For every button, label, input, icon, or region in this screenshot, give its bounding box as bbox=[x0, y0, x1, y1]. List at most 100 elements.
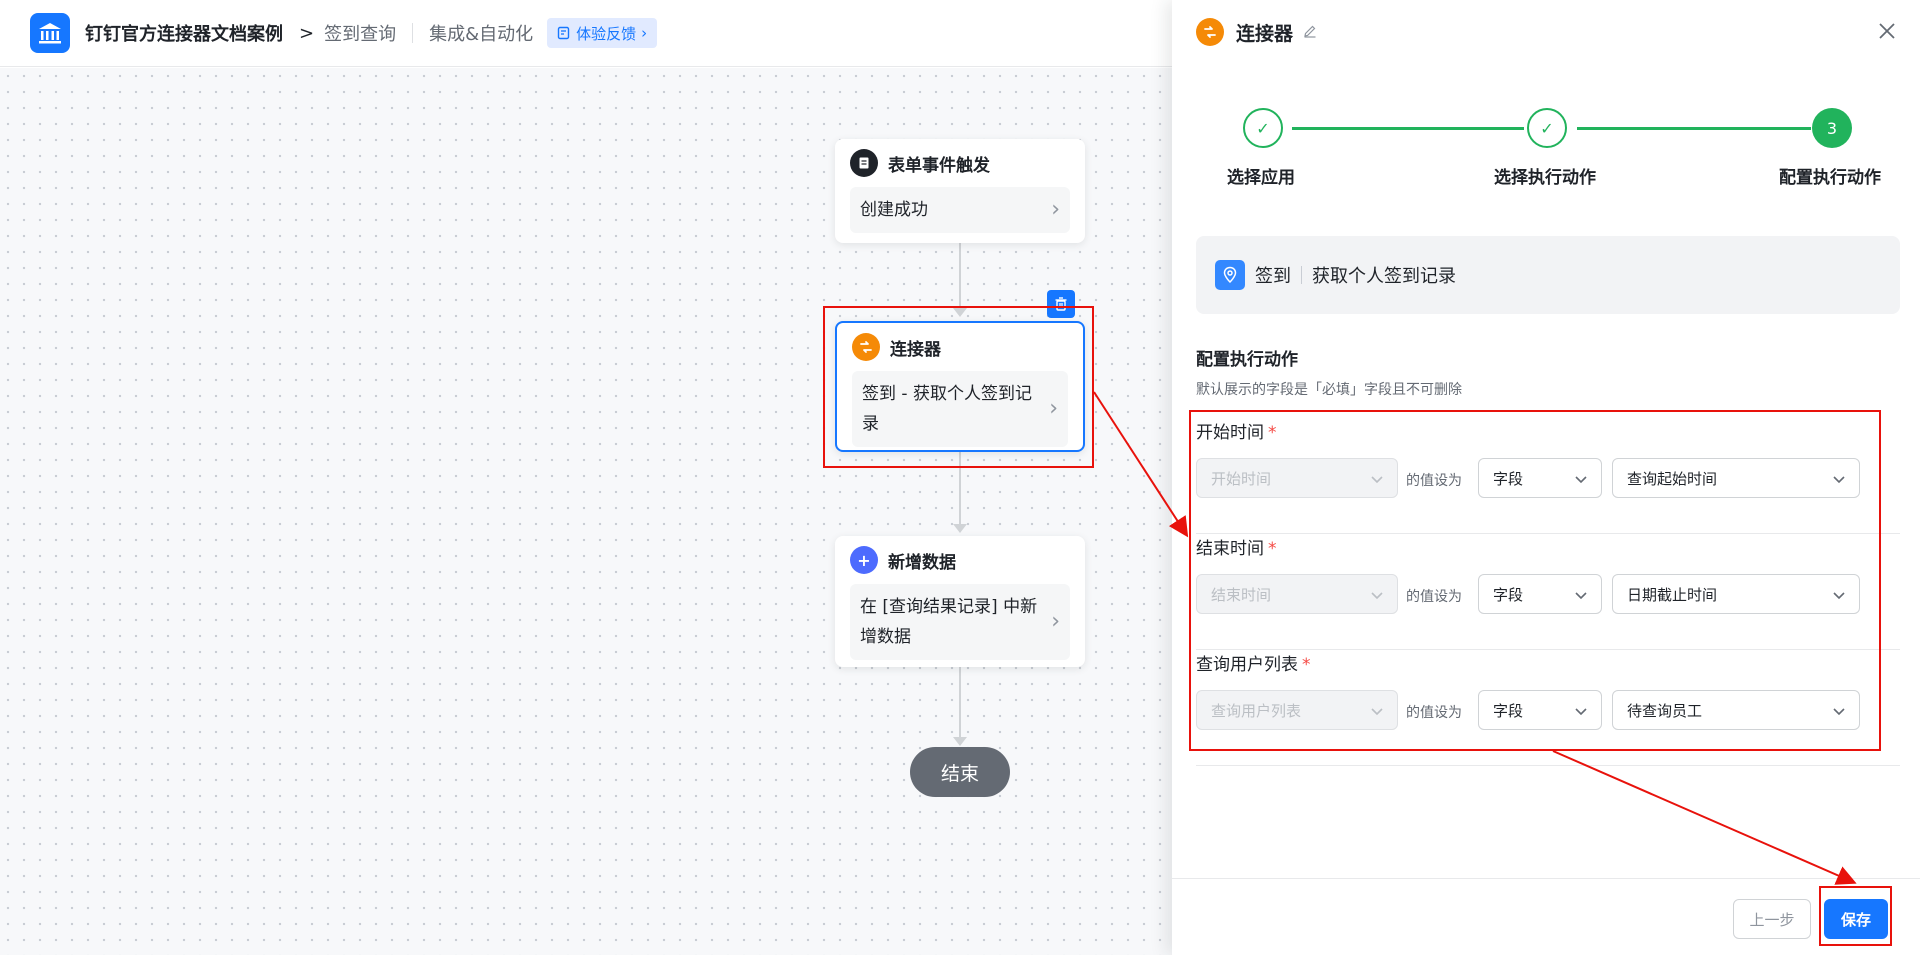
edit-icon[interactable] bbox=[1303, 23, 1317, 42]
panel-title: 连接器 bbox=[1236, 22, 1294, 45]
feedback-label: 体验反馈 bbox=[576, 24, 637, 43]
config-section-note: 默认展示的字段是「必填」字段且不可删除 bbox=[1196, 382, 1462, 398]
trigger-node-body[interactable]: 创建成功 › bbox=[850, 187, 1070, 233]
flow-arrow-icon bbox=[953, 524, 967, 533]
field-row: 查询用户列表 * 查询用户列表 的值设为 字段 待查询员工 bbox=[1196, 650, 1900, 766]
value-type-value: 字段 bbox=[1493, 585, 1524, 604]
config-section-title: 配置执行动作 bbox=[1196, 350, 1298, 370]
plus-icon: + bbox=[850, 546, 878, 574]
trigger-node[interactable]: 表单事件触发 创建成功 › bbox=[835, 139, 1085, 243]
step-indicator: ✓ 选择应用 ✓ 选择执行动作 3 配置执行动作 bbox=[1172, 108, 1920, 188]
value-field-value: 待查询员工 bbox=[1627, 701, 1703, 720]
save-button[interactable]: 保存 bbox=[1824, 899, 1888, 939]
app-card-divider bbox=[1301, 266, 1302, 284]
value-type-value: 字段 bbox=[1493, 701, 1524, 720]
value-type-select[interactable]: 字段 bbox=[1478, 458, 1602, 498]
param-select: 结束时间 bbox=[1196, 574, 1398, 614]
delete-node-button[interactable] bbox=[1047, 290, 1075, 318]
selected-app-name: 签到 bbox=[1255, 266, 1291, 287]
param-select-value: 开始时间 bbox=[1211, 469, 1272, 488]
required-marker: * bbox=[1302, 655, 1311, 675]
field-label-text: 开始时间 bbox=[1196, 423, 1264, 443]
chevron-down-icon bbox=[1575, 592, 1587, 600]
set-as-label: 的值设为 bbox=[1406, 589, 1462, 605]
set-as-label: 的值设为 bbox=[1406, 473, 1462, 489]
field-row: 开始时间 * 开始时间 的值设为 字段 查询起始时间 bbox=[1196, 418, 1900, 534]
previous-step-button[interactable]: 上一步 bbox=[1733, 899, 1811, 939]
top-header: 钉钉官方连接器文档案例 > 签到查询 集成&自动化 体验反馈 › bbox=[0, 0, 1172, 67]
trash-icon bbox=[1055, 297, 1067, 311]
selected-action-name: 获取个人签到记录 bbox=[1312, 266, 1456, 287]
connector-node-title: 连接器 bbox=[890, 339, 941, 360]
step-2-label: 选择执行动作 bbox=[1494, 168, 1596, 188]
value-field-value: 查询起始时间 bbox=[1627, 469, 1718, 488]
param-select: 查询用户列表 bbox=[1196, 690, 1398, 730]
flow-connector-line bbox=[959, 243, 961, 313]
trigger-node-title: 表单事件触发 bbox=[888, 155, 990, 176]
header-divider bbox=[412, 23, 414, 43]
end-node[interactable]: 结束 bbox=[910, 747, 1010, 797]
add-data-node[interactable]: + 新增数据 在 [查询结果记录] 中新增数据 › bbox=[835, 536, 1085, 667]
required-marker: * bbox=[1268, 423, 1277, 443]
chevron-down-icon bbox=[1371, 476, 1383, 484]
param-select: 开始时间 bbox=[1196, 458, 1398, 498]
chevron-down-icon bbox=[1833, 592, 1845, 600]
value-field-select[interactable]: 查询起始时间 bbox=[1612, 458, 1860, 498]
step-3-number: 3 bbox=[1812, 108, 1852, 148]
connector-icon bbox=[1196, 18, 1224, 46]
chevron-right-icon: › bbox=[1051, 609, 1060, 634]
chevron-down-icon bbox=[1833, 708, 1845, 716]
connector-icon bbox=[852, 333, 880, 361]
app-name[interactable]: 钉钉官方连接器文档案例 bbox=[85, 20, 283, 46]
value-field-value: 日期截止时间 bbox=[1627, 585, 1718, 604]
value-field-select[interactable]: 日期截止时间 bbox=[1612, 574, 1860, 614]
chevron-right-icon: › bbox=[1051, 197, 1060, 222]
connector-node[interactable]: 连接器 签到 - 获取个人签到记录 › bbox=[835, 321, 1085, 452]
field-label-text: 查询用户列表 bbox=[1196, 655, 1298, 675]
value-field-select[interactable]: 待查询员工 bbox=[1612, 690, 1860, 730]
field-label: 开始时间 * bbox=[1196, 418, 1277, 443]
add-data-node-body[interactable]: 在 [查询结果记录] 中新增数据 › bbox=[850, 584, 1070, 660]
connector-config-panel: 连接器 ✓ 选择应用 ✓ 选择执行动作 3 配置执行动作 签到 获取个人签到记录… bbox=[1172, 0, 1920, 955]
flow-connector-line bbox=[959, 667, 961, 742]
value-type-select[interactable]: 字段 bbox=[1478, 690, 1602, 730]
breadcrumb-page[interactable]: 签到查询 bbox=[324, 20, 396, 46]
field-label: 查询用户列表 * bbox=[1196, 650, 1311, 675]
chevron-down-icon bbox=[1371, 592, 1383, 600]
param-select-value: 结束时间 bbox=[1211, 585, 1272, 604]
chevron-down-icon bbox=[1575, 476, 1587, 484]
param-select-value: 查询用户列表 bbox=[1211, 701, 1302, 720]
step-connector-line bbox=[1577, 127, 1811, 130]
trigger-node-text: 创建成功 bbox=[860, 200, 928, 220]
close-icon[interactable] bbox=[1876, 20, 1898, 46]
flow-connector-line bbox=[959, 452, 961, 529]
feedback-button[interactable]: 体验反馈 › bbox=[547, 18, 658, 48]
set-as-label: 的值设为 bbox=[1406, 705, 1462, 721]
add-data-node-text: 在 [查询结果记录] 中新增数据 bbox=[860, 597, 1038, 647]
chevron-right-icon: › bbox=[641, 24, 648, 42]
connector-node-text: 签到 - 获取个人签到记录 bbox=[862, 384, 1032, 434]
location-pin-icon bbox=[1215, 260, 1245, 290]
field-label-text: 结束时间 bbox=[1196, 539, 1264, 559]
breadcrumb-section[interactable]: 集成&自动化 bbox=[429, 20, 533, 46]
connector-node-body[interactable]: 签到 - 获取个人签到记录 › bbox=[852, 371, 1068, 447]
step-connector-line bbox=[1292, 127, 1524, 130]
value-type-value: 字段 bbox=[1493, 469, 1524, 488]
selected-app-card: 签到 获取个人签到记录 bbox=[1196, 236, 1900, 314]
breadcrumb-separator: > bbox=[299, 22, 315, 44]
flow-arrow-icon bbox=[953, 308, 967, 317]
feedback-icon bbox=[557, 26, 570, 40]
step-3-label: 配置执行动作 bbox=[1779, 168, 1881, 188]
value-type-select[interactable]: 字段 bbox=[1478, 574, 1602, 614]
required-marker: * bbox=[1268, 539, 1277, 559]
bank-icon[interactable] bbox=[30, 13, 70, 53]
add-data-node-title: 新增数据 bbox=[888, 552, 956, 573]
chevron-down-icon bbox=[1371, 708, 1383, 716]
chevron-down-icon bbox=[1833, 476, 1845, 484]
field-label: 结束时间 * bbox=[1196, 534, 1277, 559]
chevron-down-icon bbox=[1575, 708, 1587, 716]
chevron-right-icon: › bbox=[1049, 396, 1058, 421]
step-1-check-icon: ✓ bbox=[1243, 108, 1283, 148]
flow-arrow-icon bbox=[953, 737, 967, 746]
step-2-check-icon: ✓ bbox=[1527, 108, 1567, 148]
